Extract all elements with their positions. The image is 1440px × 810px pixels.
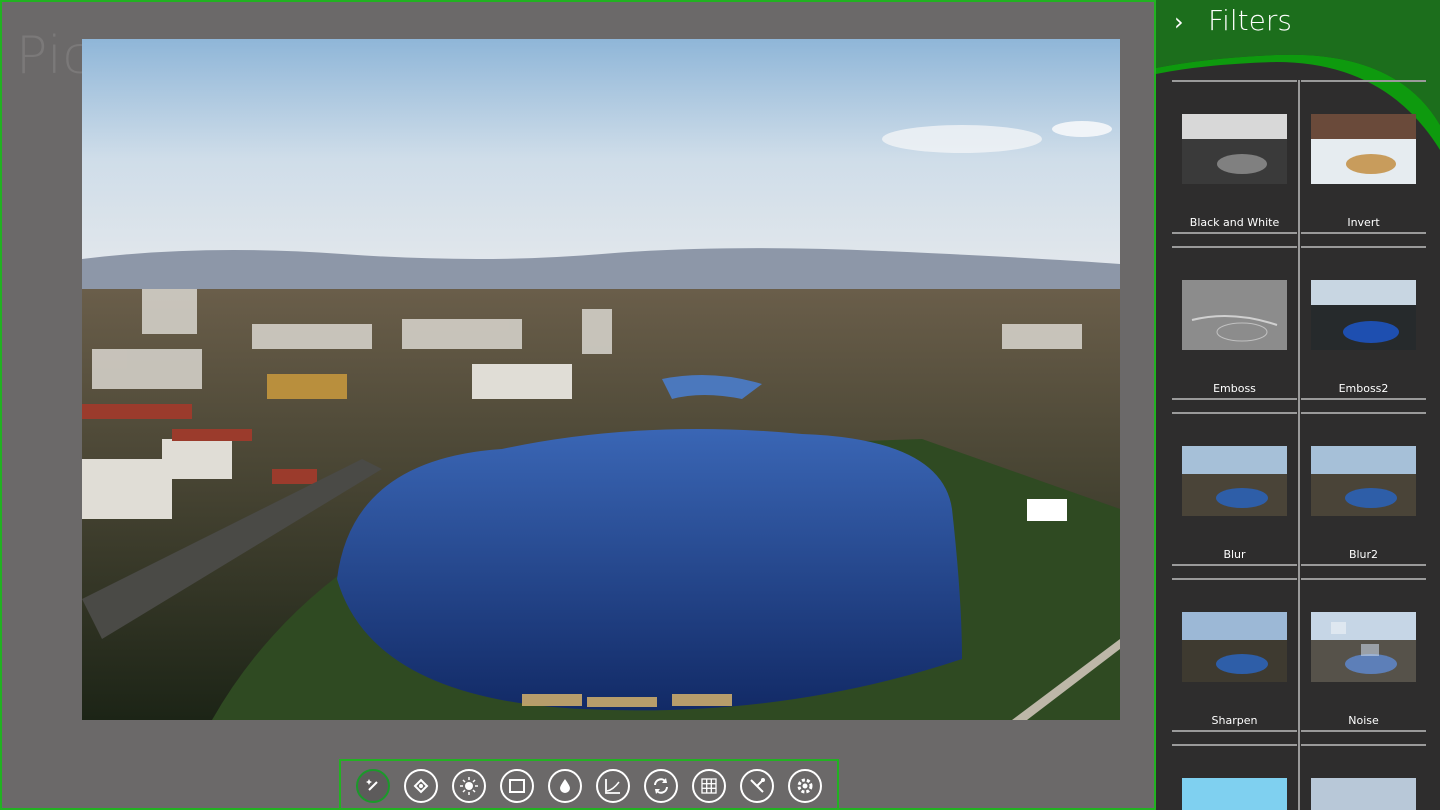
edit-toolbar bbox=[339, 759, 839, 808]
filter-tile[interactable]: Blur bbox=[1172, 412, 1297, 578]
filter-tile[interactable]: Noise bbox=[1301, 578, 1426, 744]
brightness-icon[interactable] bbox=[452, 768, 486, 803]
emboss-thumb bbox=[1182, 280, 1287, 350]
tools-icon[interactable] bbox=[740, 768, 774, 803]
filter-tile[interactable]: Sharpen bbox=[1172, 578, 1297, 744]
chevron-right-icon[interactable]: › bbox=[1174, 8, 1184, 36]
filter-label: Emboss bbox=[1213, 382, 1256, 395]
water-drop-icon[interactable] bbox=[548, 768, 582, 803]
filter-tile[interactable] bbox=[1301, 744, 1426, 810]
app-title-ghost: Pic bbox=[16, 26, 93, 86]
blur-thumb bbox=[1182, 446, 1287, 516]
invert-thumb bbox=[1311, 114, 1416, 184]
sharpen-thumb bbox=[1182, 612, 1287, 682]
crop-icon[interactable] bbox=[500, 768, 534, 803]
crop-rotate-icon[interactable] bbox=[404, 768, 438, 803]
filter-label: Sharpen bbox=[1211, 714, 1258, 727]
filter-label: Black and White bbox=[1189, 216, 1280, 229]
curves-icon[interactable] bbox=[596, 768, 630, 803]
filter-tile[interactable]: Black and White bbox=[1172, 80, 1297, 246]
filter-tile[interactable]: Invert bbox=[1301, 80, 1426, 246]
settings-icon[interactable] bbox=[788, 768, 822, 803]
filters-panel: › Filters Black and White Invert Emboss … bbox=[1156, 0, 1440, 810]
rotate-icon[interactable] bbox=[644, 768, 678, 803]
filter-label: Invert bbox=[1347, 216, 1380, 229]
magic-wand-icon[interactable] bbox=[356, 768, 390, 803]
bw-thumb bbox=[1182, 114, 1287, 184]
filter-tile[interactable] bbox=[1172, 744, 1297, 810]
editor-canvas: Pic bbox=[0, 0, 1156, 810]
filter-label: Blur bbox=[1223, 548, 1246, 561]
column-divider bbox=[1298, 80, 1300, 810]
emboss2-thumb bbox=[1311, 280, 1416, 350]
filter-thumb bbox=[1182, 778, 1287, 810]
filter-label: Noise bbox=[1348, 714, 1379, 727]
filter-label: Blur2 bbox=[1348, 548, 1379, 561]
filter-tile[interactable]: Emboss bbox=[1172, 246, 1297, 412]
grid-icon[interactable] bbox=[692, 768, 726, 803]
filter-thumb bbox=[1311, 778, 1416, 810]
filter-tile[interactable]: Blur2 bbox=[1301, 412, 1426, 578]
photo-preview[interactable] bbox=[82, 39, 1120, 720]
filter-label: Emboss2 bbox=[1338, 382, 1389, 395]
noise-thumb bbox=[1311, 612, 1416, 682]
panel-title: Filters bbox=[1208, 4, 1292, 37]
blur2-thumb bbox=[1311, 446, 1416, 516]
filter-tile[interactable]: Emboss2 bbox=[1301, 246, 1426, 412]
